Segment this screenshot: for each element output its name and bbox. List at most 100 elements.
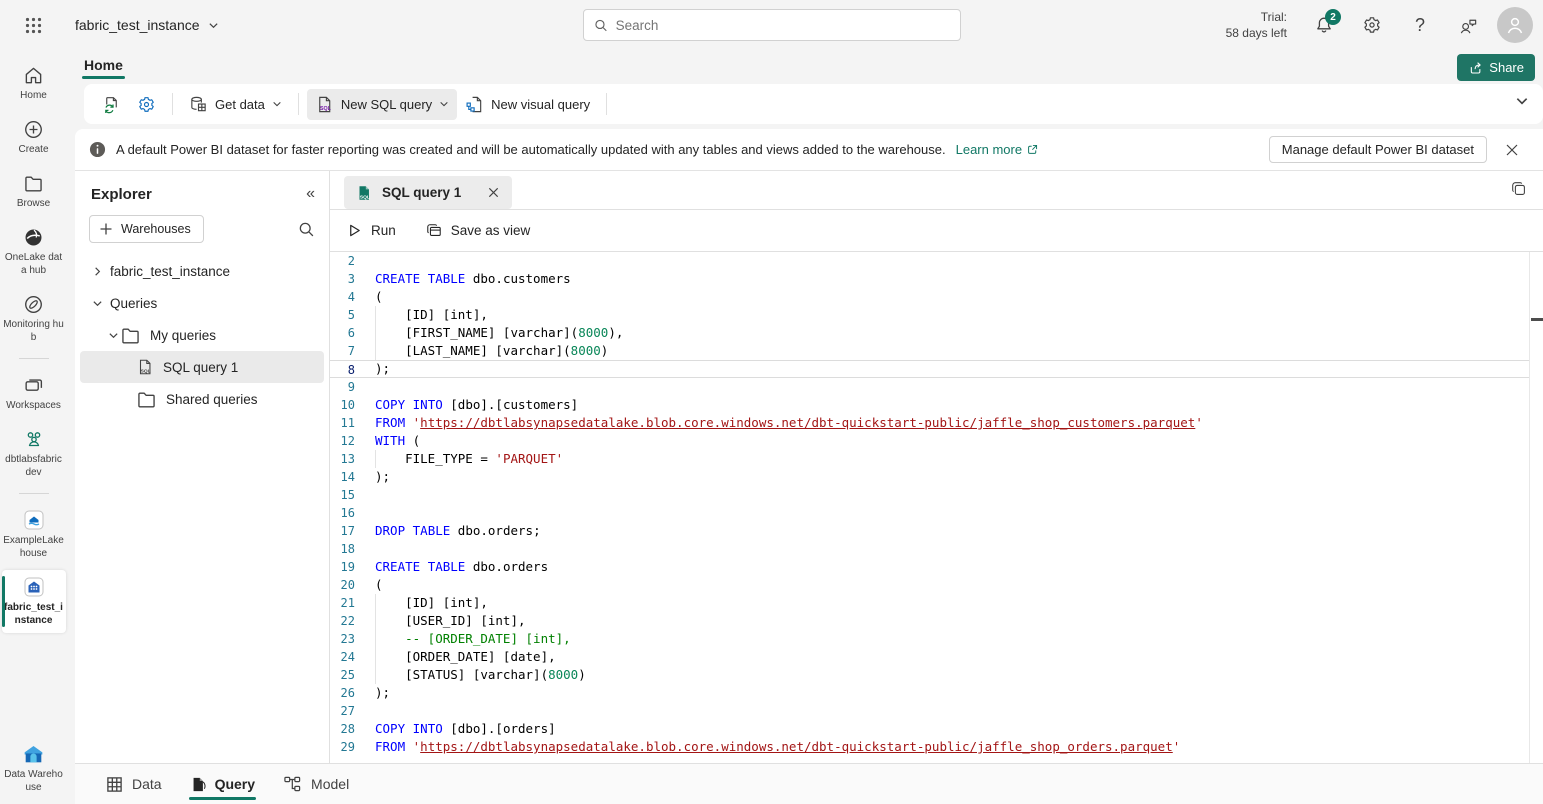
sql-file-green-icon: SQL [355, 184, 373, 202]
rail-item-label: fabric_test_instance [3, 601, 65, 627]
learn-more-link[interactable]: Learn more [956, 142, 1039, 157]
rail-item-browse[interactable]: Browse [2, 166, 66, 216]
editor-overview-ruler[interactable] [1529, 252, 1543, 763]
code-line: 6 [FIRST_NAME] [varchar](8000), [330, 324, 1543, 342]
explorer-title: Explorer [91, 186, 152, 203]
visual-query-icon [465, 95, 484, 114]
line-number: 23 [330, 630, 375, 648]
code-text: FILE_TYPE = 'PARQUET' [375, 450, 1543, 468]
workspaces-icon [23, 374, 44, 396]
code-text: [ID] [int], [375, 306, 1543, 324]
code-line: 3CREATE TABLE dbo.customers [330, 270, 1543, 288]
code-text: -- [ORDER_DATE] [int], [375, 630, 1543, 648]
chevron-down-icon [106, 330, 120, 341]
code-text: COPY INTO [dbo].[orders] [375, 720, 1543, 738]
code-text [375, 252, 1543, 270]
plus-icon [99, 222, 113, 236]
refresh-dataset-button[interactable] [94, 89, 129, 120]
get-data-button[interactable]: Get data [181, 89, 290, 120]
code-line: 9 [330, 378, 1543, 396]
code-text: ); [375, 468, 1543, 486]
code-text: DROP TABLE dbo.orders; [375, 522, 1543, 540]
line-number: 15 [330, 486, 375, 504]
rail-item-onelake-data-hub[interactable]: OneLake data hub [2, 220, 66, 283]
account-avatar[interactable] [1497, 7, 1533, 43]
fabric-app-window: fabric_test_instance Trial: 58 days left… [0, 0, 1543, 804]
run-button[interactable]: Run [347, 223, 396, 238]
folder-icon [120, 325, 141, 346]
global-search[interactable] [583, 9, 961, 41]
code-line: 13 FILE_TYPE = 'PARQUET' [330, 450, 1543, 468]
code-line: 5 [ID] [int], [330, 306, 1543, 324]
line-number: 9 [330, 378, 375, 396]
search-explorer-icon[interactable] [298, 221, 315, 238]
line-number: 8 [330, 361, 375, 377]
new-sql-query-button[interactable]: SQL New SQL query [307, 89, 457, 120]
banner-close-button[interactable] [1497, 135, 1527, 165]
rail-item-data-warehouse[interactable]: Data Warehouse [2, 737, 66, 800]
tab-home[interactable]: Home [82, 53, 125, 81]
rail-item-home[interactable]: Home [2, 58, 66, 108]
add-warehouses-button[interactable]: Warehouses [89, 215, 204, 243]
code-line: 12WITH ( [330, 432, 1543, 450]
collapse-panel-icon[interactable] [306, 185, 315, 203]
rail-item-label: Workspaces [6, 399, 61, 412]
sql-editor[interactable]: 23CREATE TABLE dbo.customers4(5 [ID] [in… [330, 252, 1543, 763]
ribbon-collapse-chevron[interactable] [1515, 94, 1529, 108]
toolbar-divider [172, 93, 173, 115]
rail-item-workspaces[interactable]: Workspaces [2, 368, 66, 418]
tab-close-button[interactable] [484, 184, 502, 202]
copy-pages-icon[interactable] [1510, 180, 1528, 198]
line-number: 18 [330, 540, 375, 558]
gear-icon [1362, 15, 1382, 35]
content-sheet: A default Power BI dataset for faster re… [75, 129, 1543, 763]
code-text [375, 378, 1543, 396]
tree-item-my-queries[interactable]: My queries [80, 319, 324, 351]
rail-item-dbtlabsfabricdev[interactable]: dbtlabsfabricdev [2, 422, 66, 485]
rail-item-create[interactable]: Create [2, 112, 66, 162]
warehouse-settings-button[interactable] [129, 89, 164, 120]
rail-item-monitoring-hub[interactable]: Monitoring hub [2, 287, 66, 350]
warehouse-app-icon [22, 576, 46, 598]
code-line: 23 -- [ORDER_DATE] [int], [330, 630, 1543, 648]
rail-item-fabric-test-instance[interactable]: fabric_test_instance [2, 570, 66, 633]
bottom-tab-data[interactable]: Data [99, 764, 169, 804]
ribbon-tab-row: Home Share [67, 50, 1543, 84]
external-link-icon [1026, 143, 1039, 156]
manage-default-dataset-button[interactable]: Manage default Power BI dataset [1269, 136, 1487, 163]
bottom-tab-label: Data [132, 776, 162, 792]
tree-item-shared-queries[interactable]: Shared queries [80, 383, 324, 415]
help-button[interactable] [1401, 6, 1439, 44]
bottom-tab-model[interactable]: Model [276, 764, 356, 804]
folder-icon [136, 389, 157, 410]
query-tab-strip: SQL SQL query 1 [330, 171, 1543, 210]
rail-item-examplelakehouse[interactable]: ExampleLakehouse [2, 503, 66, 566]
rail-item-label: Browse [17, 197, 50, 210]
search-input[interactable] [616, 18, 950, 33]
notifications-button[interactable]: 2 [1305, 6, 1343, 44]
feedback-icon [1458, 15, 1479, 36]
chevron-down-icon [208, 20, 219, 31]
save-as-view-button[interactable]: Save as view [426, 223, 531, 239]
tab-sql-query-1[interactable]: SQL SQL query 1 [344, 176, 512, 209]
settings-button[interactable] [1353, 6, 1391, 44]
tree-item-sql-query-1[interactable]: SQLSQL query 1 [80, 351, 324, 383]
tree-item-fabric-test-instance[interactable]: fabric_test_instance [80, 255, 324, 287]
bottom-tab-query[interactable]: Query [183, 764, 262, 804]
home-toolbar: Get data SQL New SQL query New visual qu… [84, 84, 1543, 124]
code-line: 7 [LAST_NAME] [varchar](8000) [330, 342, 1543, 360]
app-launcher-waffle-icon[interactable] [13, 5, 53, 45]
rail-item-label: Data Warehouse [3, 768, 65, 794]
line-number: 29 [330, 738, 375, 756]
notification-badge: 2 [1325, 9, 1341, 25]
feedback-button[interactable] [1449, 6, 1487, 44]
toolbar-divider [606, 93, 607, 115]
code-text: ); [375, 684, 1543, 702]
code-text: CREATE TABLE dbo.customers [375, 270, 1543, 288]
data-warehouse-icon [21, 743, 46, 765]
tree-item-queries[interactable]: Queries [80, 287, 324, 319]
share-button[interactable]: Share [1457, 54, 1535, 81]
workspace-switcher[interactable]: fabric_test_instance [75, 17, 219, 33]
line-number: 13 [330, 450, 375, 468]
new-visual-query-button[interactable]: New visual query [457, 89, 598, 120]
